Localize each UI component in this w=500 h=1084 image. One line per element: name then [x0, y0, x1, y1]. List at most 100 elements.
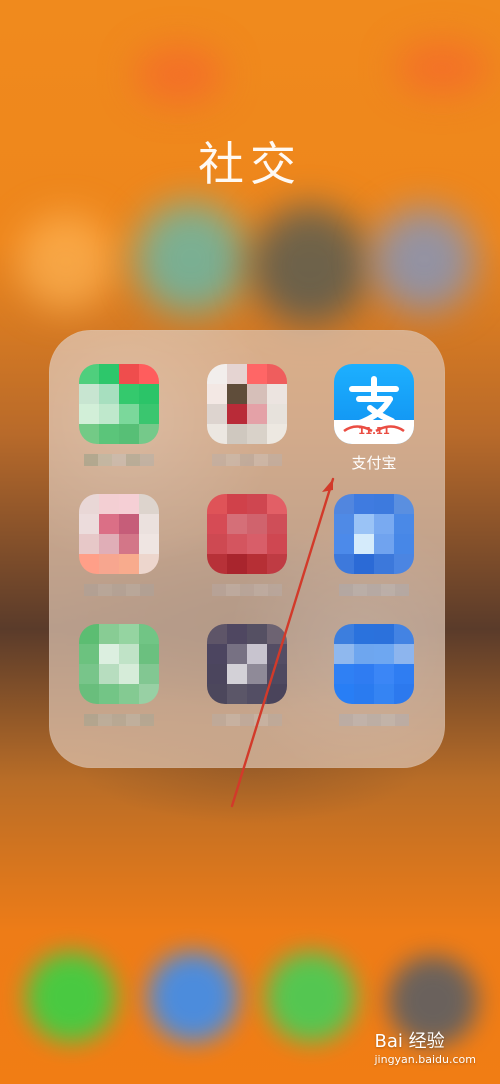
background-blur-spot: [18, 214, 114, 310]
safari-dock-icon[interactable]: [148, 952, 238, 1042]
pixel-cell: [99, 494, 119, 514]
pixel-cell: [207, 404, 227, 424]
pixel-cell: [334, 624, 354, 644]
pixel-cell: [374, 554, 394, 574]
app-pink[interactable]: [75, 494, 163, 604]
pixel-cell: [79, 424, 99, 444]
pixel-cell: [267, 664, 287, 684]
pixel-cell: [139, 664, 159, 684]
pixel-grid: [79, 624, 159, 704]
folder-title: 社交: [198, 137, 302, 191]
caption-pixel: [84, 454, 98, 466]
pixel-cell: [119, 664, 139, 684]
pixel-cell: [139, 514, 159, 534]
pixel-cell: [267, 554, 287, 574]
pixel-cell: [374, 534, 394, 554]
pixel-cell: [139, 644, 159, 664]
caption-pixel: [353, 714, 367, 726]
caption-pixel: [226, 584, 240, 596]
app-blue[interactable]: [330, 494, 418, 604]
caption-pixel: [339, 584, 353, 596]
pixel-cell: [139, 684, 159, 704]
pixel-cell: [267, 624, 287, 644]
pixel-cell: [374, 664, 394, 684]
phone-dock-icon[interactable]: [26, 952, 116, 1042]
pixel-cell: [394, 514, 414, 534]
pixel-cell: [247, 664, 267, 684]
background-blur-spot: [372, 208, 476, 312]
pixel-grid: [207, 494, 287, 574]
caption-pixel: [212, 584, 226, 596]
masked-app-label: [339, 584, 409, 596]
pixel-cell: [99, 514, 119, 534]
caption-pixel: [126, 454, 140, 466]
pixel-cell: [139, 404, 159, 424]
baidu-watermark-sub: jingyan.baidu.com: [374, 1053, 476, 1066]
pixel-cell: [227, 404, 247, 424]
pixel-cell: [354, 534, 374, 554]
alipay-logo-icon: 11.11: [334, 376, 414, 444]
pixel-cell: [99, 534, 119, 554]
pixel-cell: [334, 554, 354, 574]
app-red[interactable]: [203, 494, 291, 604]
caption-pixel: [140, 714, 154, 726]
app-shopping[interactable]: [203, 364, 291, 474]
caption-pixel: [112, 584, 126, 596]
pixel-cell: [247, 424, 267, 444]
blue-app-icon: [334, 494, 414, 574]
pixel-cell: [99, 364, 119, 384]
pixel-cell: [79, 644, 99, 664]
pixel-cell: [207, 664, 227, 684]
pixel-cell: [79, 384, 99, 404]
caption-pixel: [268, 714, 282, 726]
pixel-cell: [119, 404, 139, 424]
pixel-cell: [334, 514, 354, 534]
masked-app-label: [212, 714, 282, 726]
pixel-cell: [334, 494, 354, 514]
caption-pixel: [268, 584, 282, 596]
pixel-cell: [99, 664, 119, 684]
caption-pixel: [254, 714, 268, 726]
pixel-cell: [99, 624, 119, 644]
caption-pixel: [126, 584, 140, 596]
pixel-grid: [207, 624, 287, 704]
caption-pixel: [84, 584, 98, 596]
masked-app-label: [84, 714, 154, 726]
pixel-cell: [374, 494, 394, 514]
pixel-cell: [267, 424, 287, 444]
caption-pixel: [353, 584, 367, 596]
pixel-cell: [79, 514, 99, 534]
app-alipay[interactable]: 11.11 支付宝: [330, 364, 418, 474]
dark-app-icon: [207, 624, 287, 704]
messages-dock-icon[interactable]: [266, 952, 356, 1042]
pixel-cell: [139, 554, 159, 574]
app-dark[interactable]: [203, 624, 291, 734]
caption-pixel: [212, 714, 226, 726]
pixel-cell: [79, 534, 99, 554]
pixel-cell: [139, 624, 159, 644]
caption-pixel: [381, 714, 395, 726]
caption-pixel: [240, 454, 254, 466]
app-blue-list[interactable]: [330, 624, 418, 734]
green-card-app-icon: [79, 624, 159, 704]
caption-pixel: [240, 584, 254, 596]
pixel-cell: [119, 514, 139, 534]
pixel-cell: [227, 384, 247, 404]
pixel-cell: [119, 494, 139, 514]
pixel-cell: [79, 624, 99, 644]
caption-pixel: [112, 714, 126, 726]
caption-pixel: [254, 454, 268, 466]
pixel-cell: [354, 514, 374, 534]
caption-pixel: [98, 714, 112, 726]
pixel-cell: [227, 554, 247, 574]
pixel-cell: [334, 644, 354, 664]
pixel-cell: [207, 424, 227, 444]
pixel-cell: [227, 494, 247, 514]
app-green-card[interactable]: [75, 624, 163, 734]
app-green-chat[interactable]: [75, 364, 163, 474]
pixel-cell: [207, 364, 227, 384]
pixel-cell: [394, 534, 414, 554]
pixel-cell: [119, 624, 139, 644]
app-folder-panel[interactable]: 11.11 支付宝: [49, 330, 445, 768]
caption-pixel: [98, 454, 112, 466]
